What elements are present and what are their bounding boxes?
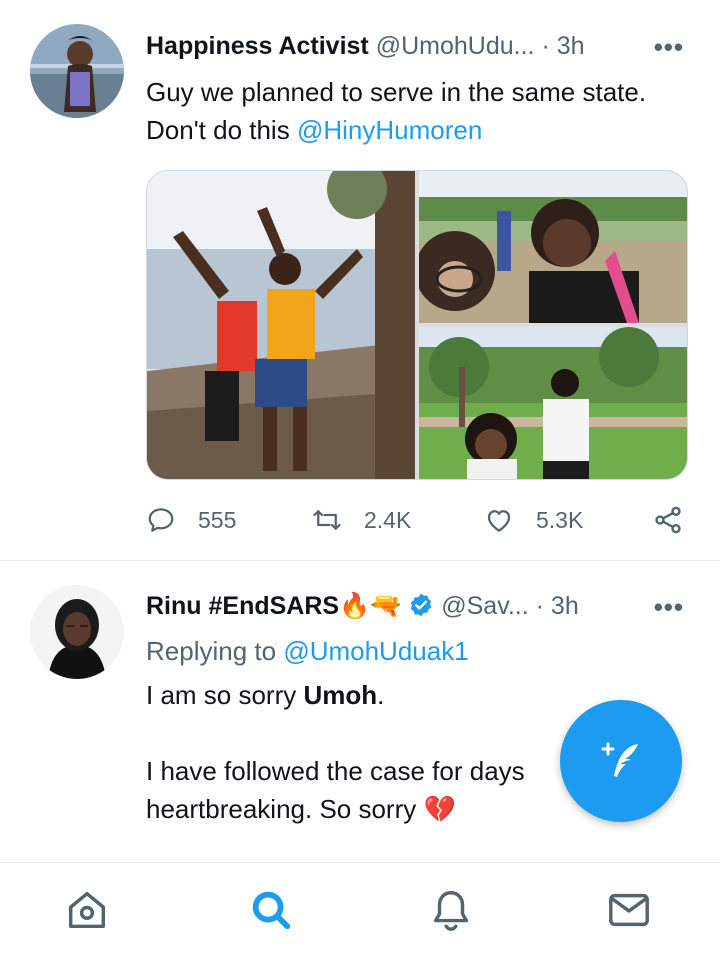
author-name-emoji: 🔥🔫 [339,592,402,620]
compose-tweet-icon [601,742,638,777]
mail-icon[interactable] [606,887,652,933]
tweet-time[interactable]: · 3h [536,592,579,620]
avatar[interactable] [30,24,124,118]
tweet-header: Happiness Activist @UmohUdu... · 3h [146,30,690,62]
share-icon[interactable] [652,504,684,536]
more-options-icon[interactable]: ••• [654,592,684,623]
author-handle[interactable]: @Sav... [441,592,528,620]
reply-count: 555 [198,506,237,533]
tweet-text-fragment: heartbreaking. So sorry [146,794,417,824]
author-name[interactable]: Happiness Activist [146,32,369,60]
reply-button[interactable]: 555 [146,498,236,542]
mention-link[interactable]: @HinyHumoren [297,115,482,145]
tweet-text-line: Don't do this @HinyHumoren [146,111,680,149]
like-button[interactable]: 5.3K [484,498,583,542]
replying-to-handle[interactable]: @UmohUduak1 [283,636,468,666]
author-name[interactable]: Rinu #EndSARS [146,592,339,620]
tweet-time[interactable]: · 3h [541,32,584,60]
search-icon[interactable] [248,887,294,933]
tweet-text-fragment: . [377,680,385,710]
retweet-count: 2.4K [364,506,412,533]
more-options-icon[interactable]: ••• [654,32,684,63]
heart-icon [487,510,511,532]
home-icon[interactable] [64,887,110,933]
tweet-text-line: Guy we planned to serve in the same stat… [146,77,647,107]
tweet-actions: 555 2.4K 5.3K [146,498,690,542]
tweet-1[interactable]: Happiness Activist @UmohUdu... · 3h ••• … [0,0,720,560]
broken-heart-emoji: 💔 [423,794,456,824]
tweet-header: Rinu #EndSARS🔥🔫 @Sav... · 3h [146,590,690,622]
bottom-tab-bar [0,862,720,965]
tweet-media-grid [146,170,688,480]
author-handle[interactable]: @UmohUdu... [376,32,535,60]
retweet-icon [313,510,341,530]
avatar[interactable] [30,585,124,679]
tweet-photo[interactable] [419,327,687,479]
like-count: 5.3K [536,506,584,533]
tweet-text: Guy we planned to serve in the same stat… [146,73,680,149]
reply-icon [148,508,174,532]
bell-icon[interactable] [428,887,474,933]
retweet-button[interactable]: 2.4K [312,498,411,542]
verified-badge-icon [411,593,432,617]
replying-to: Replying to @UmohUduak1 [146,632,680,670]
replying-to-label: Replying to [146,636,284,666]
tweet-photo[interactable] [415,171,687,323]
tweet-text-fragment: I am so sorry [146,680,304,710]
tweet-photo[interactable] [147,171,415,479]
tweet-text-fragment: Don't do this [146,115,297,145]
tweet-text-bold: Umoh [303,680,378,710]
compose-tweet-button[interactable] [560,700,682,822]
